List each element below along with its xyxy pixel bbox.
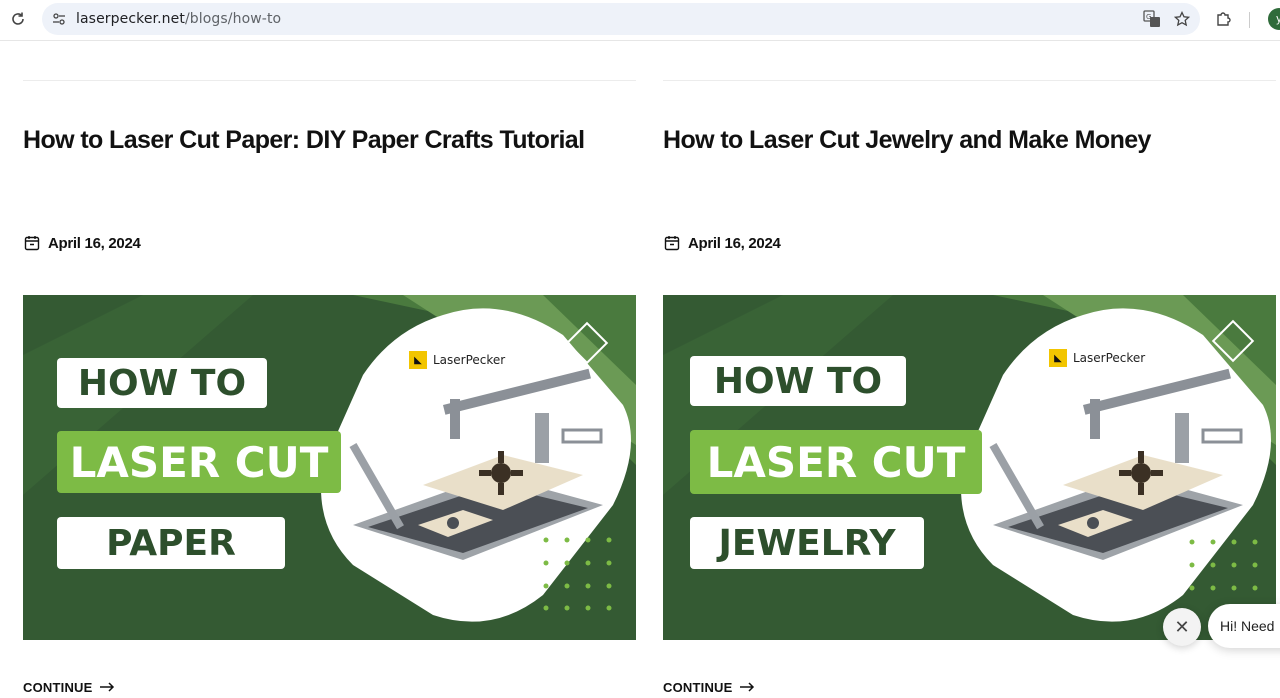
thumbnail-line-3: JEWELRY [690, 517, 924, 569]
site-info-icon[interactable] [52, 12, 66, 26]
laserpecker-logo-icon: ◣ [409, 351, 427, 369]
post-title[interactable]: How to Laser Cut Paper: DIY Paper Crafts… [23, 123, 636, 157]
divider [23, 80, 636, 81]
bookmark-star-icon[interactable] [1172, 9, 1192, 29]
calendar-icon [663, 234, 681, 252]
url-path: /blogs/how-to [184, 11, 282, 27]
url-domain: laserpecker.net [76, 11, 185, 27]
browser-toolbar: laserpecker.net/blogs/how-to G y [0, 0, 1280, 41]
post-date-text: April 16, 2024 [688, 234, 781, 252]
thumbnail-line-1: HOW TO [57, 358, 267, 408]
post-thumbnail[interactable]: ◣ LaserPecker HOW TO LASER CUT PAPER [23, 295, 636, 640]
brand-logo: ◣ LaserPecker [409, 351, 505, 369]
post-date: April 16, 2024 [663, 234, 781, 252]
divider [663, 80, 1276, 81]
thumbnail-line-3: PAPER [57, 517, 285, 569]
reload-icon[interactable] [8, 9, 28, 29]
arrow-right-icon [739, 680, 755, 695]
brand-name: LaserPecker [1073, 351, 1146, 365]
continue-label: CONTINUE [663, 680, 733, 695]
chat-close-icon[interactable]: ✕ [1163, 608, 1201, 646]
arrow-right-icon [99, 680, 115, 695]
laserpecker-logo-icon: ◣ [1049, 349, 1067, 367]
post-thumbnail[interactable]: ◣ LaserPecker HOW TO LASER CUT JEWELRY [663, 295, 1276, 640]
url-text: laserpecker.net/blogs/how-to [76, 11, 281, 27]
brand-name: LaserPecker [433, 353, 506, 367]
translate-icon[interactable]: G [1142, 9, 1162, 29]
calendar-icon [23, 234, 41, 252]
toolbar-separator [1249, 12, 1250, 28]
continue-label: CONTINUE [23, 680, 93, 695]
extensions-icon[interactable] [1214, 9, 1234, 29]
brand-logo: ◣ LaserPecker [1049, 349, 1145, 367]
chat-greeting-bubble[interactable]: Hi! Need [1208, 604, 1280, 648]
post-date-text: April 16, 2024 [48, 234, 141, 252]
post-title[interactable]: How to Laser Cut Jewelry and Make Money [663, 123, 1276, 157]
svg-text:G: G [1146, 13, 1151, 21]
thumbnail-line-2: LASER CUT [57, 431, 341, 493]
address-bar[interactable]: laserpecker.net/blogs/how-to G [42, 3, 1200, 35]
profile-avatar[interactable]: y [1268, 8, 1280, 30]
continue-link[interactable]: CONTINUE [663, 680, 755, 695]
thumbnail-line-1: HOW TO [690, 356, 906, 406]
post-date: April 16, 2024 [23, 234, 141, 252]
continue-link[interactable]: CONTINUE [23, 680, 115, 695]
thumbnail-line-2: LASER CUT [690, 430, 982, 494]
